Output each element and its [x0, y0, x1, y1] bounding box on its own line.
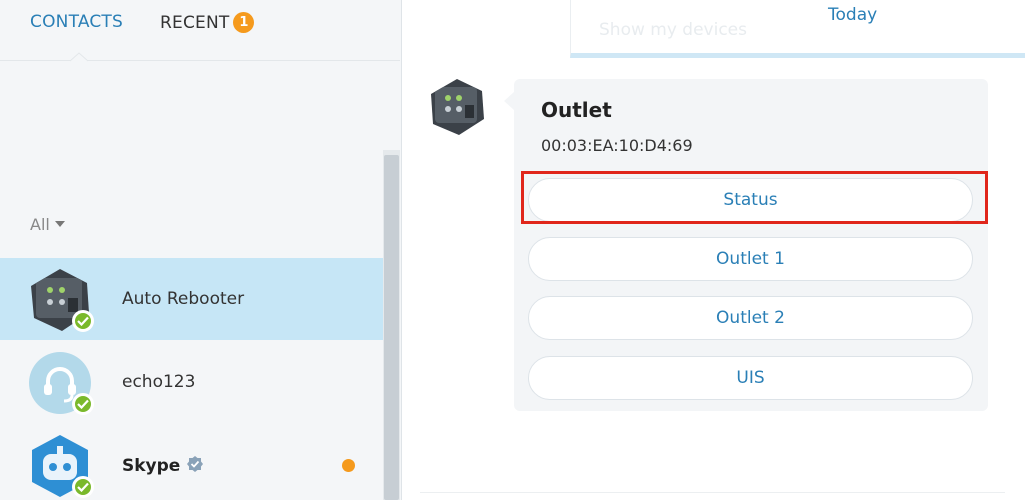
- scrollbar-thumb[interactable]: [384, 155, 399, 500]
- card-title: Outlet: [541, 98, 612, 122]
- contacts-filter-dropdown[interactable]: All: [30, 215, 65, 234]
- contact-item-auto-rebooter[interactable]: Auto Rebooter: [0, 258, 383, 340]
- message-bubble-pointer: [504, 92, 514, 110]
- contact-name: echo123: [122, 372, 196, 392]
- online-status-icon: [72, 310, 94, 332]
- unread-indicator-icon: [342, 459, 355, 472]
- tab-recent-label: RECENT: [160, 13, 230, 33]
- show-devices-link[interactable]: Show my devices: [599, 20, 747, 40]
- uis-button[interactable]: UIS: [528, 356, 973, 400]
- card-mac-address: 00:03:EA:10:D4:69: [541, 136, 693, 155]
- contact-item-skype[interactable]: Skype: [0, 424, 383, 500]
- recent-count-badge: 1: [233, 12, 255, 33]
- date-separator: Today: [828, 5, 878, 25]
- contacts-panel: CONTACTS RECENT 1 All Auto Rebooter echo…: [0, 0, 402, 500]
- message-sender-avatar[interactable]: [428, 78, 486, 136]
- devices-bar: Show my devices: [570, 0, 1025, 58]
- contact-name-row: Skype: [122, 455, 204, 476]
- outlet-1-button[interactable]: Outlet 1: [528, 237, 973, 281]
- filter-label: All: [30, 215, 50, 234]
- skype-window: CONTACTS RECENT 1 All Auto Rebooter echo…: [0, 0, 1025, 500]
- online-status-icon: [72, 476, 94, 498]
- chevron-down-icon: [54, 221, 65, 227]
- tab-contacts[interactable]: CONTACTS: [30, 12, 123, 32]
- tab-contacts-label: CONTACTS: [30, 12, 124, 32]
- contact-name: Skype: [122, 456, 181, 476]
- tab-divider: [0, 60, 400, 61]
- contact-name: Auto Rebooter: [122, 289, 245, 309]
- active-tab-notch-icon: [70, 52, 88, 62]
- tab-recent[interactable]: RECENT 1: [160, 12, 255, 33]
- tab-bar: CONTACTS RECENT 1: [0, 0, 400, 50]
- outlet-2-button[interactable]: Outlet 2: [528, 296, 973, 340]
- online-status-icon: [72, 393, 94, 415]
- verified-badge-icon: [187, 456, 204, 472]
- highlight-box: [521, 171, 988, 224]
- contact-item-echo123[interactable]: echo123: [0, 341, 383, 423]
- outlet-card: Outlet 00:03:EA:10:D4:69 Status Outlet 1…: [514, 79, 988, 411]
- composer-divider: [420, 492, 1005, 493]
